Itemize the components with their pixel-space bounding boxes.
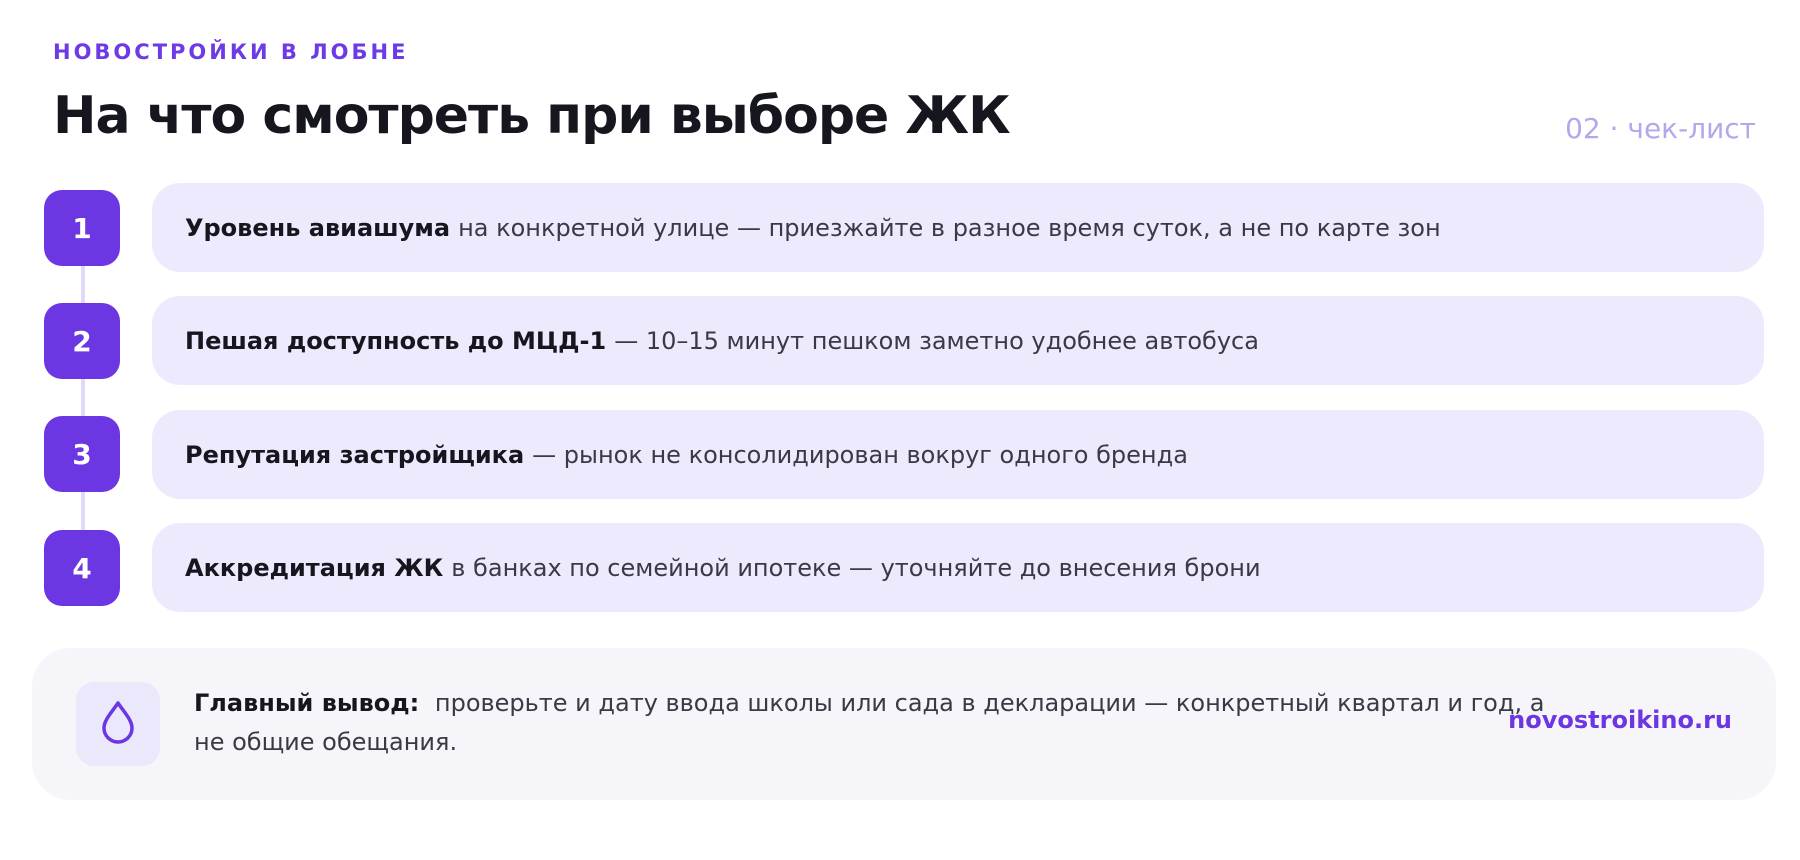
step-badge-3: 3 — [44, 416, 120, 492]
step-text: — 10–15 минут пешком заметно удобнее авт… — [614, 326, 1259, 355]
step-title: Пешая доступность до МЦД-1 — [185, 326, 607, 355]
summary-text: Главный вывод: проверьте и дату ввода шк… — [194, 684, 1554, 762]
step-title: Аккредитация ЖК — [185, 553, 444, 582]
step-title: Уровень авиашума — [185, 213, 451, 242]
summary-icon-box — [76, 682, 160, 766]
summary-title: Главный вывод: — [194, 689, 420, 717]
summary-panel: Главный вывод: проверьте и дату ввода шк… — [32, 648, 1776, 800]
step-card-2: Пешая доступность до МЦД-1 — 10–15 минут… — [152, 296, 1764, 385]
page-marker: 02 · чек-лист — [1565, 112, 1756, 145]
step-text: в банках по семейной ипотеке — уточняйте… — [451, 553, 1261, 582]
eyebrow: НОВОСТРОЙКИ В ЛОБНЕ — [53, 40, 409, 64]
drop-icon — [99, 700, 137, 748]
step-card-1: Уровень авиашума на конкретной улице — п… — [152, 183, 1764, 272]
step-text: — рынок не консолидирован вокруг одного … — [532, 440, 1188, 469]
step-title: Репутация застройщика — [185, 440, 525, 469]
step-card-3: Репутация застройщика — рынок не консоли… — [152, 410, 1764, 499]
step-text: на конкретной улице — приезжайте в разно… — [458, 213, 1441, 242]
step-badge-1: 1 — [44, 190, 120, 266]
step-card-4: Аккредитация ЖК в банках по семейной ипо… — [152, 523, 1764, 612]
site-link[interactable]: novostroikino.ru — [1508, 706, 1732, 734]
step-badge-2: 2 — [44, 303, 120, 379]
page-title: На что смотреть при выборе ЖК — [53, 86, 1011, 146]
step-badge-4: 4 — [44, 530, 120, 606]
